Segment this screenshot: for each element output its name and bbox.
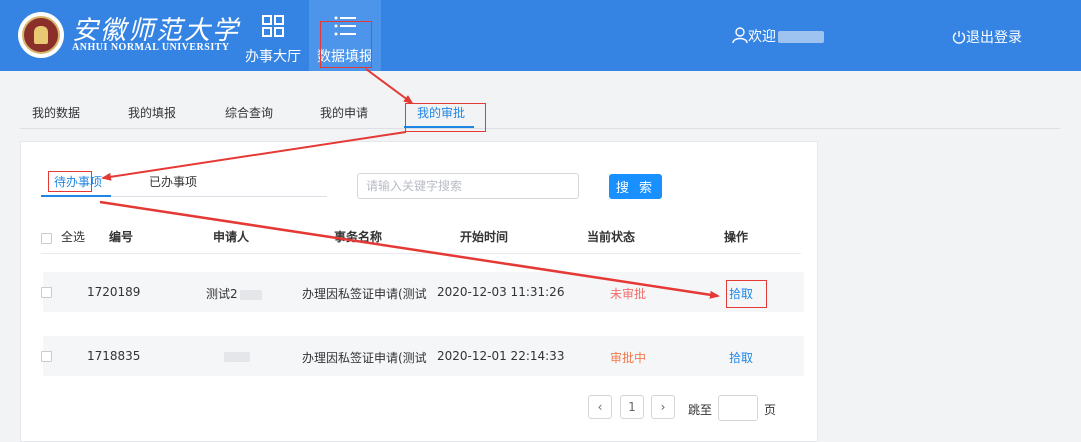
col-select-all: 全选 — [61, 230, 86, 244]
university-logo — [18, 12, 64, 58]
select-all-checkbox[interactable] — [41, 233, 52, 244]
annotation-box-nav — [320, 21, 372, 68]
row-id: 1720189 — [87, 285, 141, 299]
username-redacted — [778, 31, 824, 43]
tab-my-reports[interactable]: 我的填报 — [128, 104, 176, 121]
annotation-box-pickup — [726, 280, 767, 308]
welcome-user[interactable]: 欢迎 — [732, 26, 824, 46]
annotation-box-pending — [48, 171, 92, 192]
power-icon — [952, 31, 966, 44]
nav-service-hall[interactable]: 办事大厅 — [240, 0, 306, 71]
col-id: 编号 — [109, 230, 134, 244]
pager-page-suffix: 页 — [764, 403, 777, 417]
tab-my-applications[interactable]: 我的申请 — [320, 104, 368, 121]
tab-query[interactable]: 综合查询 — [225, 104, 273, 121]
row-status: 审批中 — [610, 351, 647, 365]
pager-page-1[interactable]: 1 — [620, 395, 644, 419]
row-applicant: 测试2 — [206, 287, 238, 301]
sub-tab-bar: 我的数据 我的填报 综合查询 我的申请 我的审批 — [20, 96, 1060, 129]
top-header: 安徽师范大学 ANHUI NORMAL UNIVERSITY 办事大厅 数据填报… — [0, 0, 1081, 71]
row-status: 未审批 — [610, 287, 647, 301]
table-row: 1718835 办理因私签证申请(测试 2020-12-01 22:14:33 … — [41, 336, 804, 376]
row-start-time: 2020-12-03 11:31:26 — [437, 285, 565, 299]
tab-done[interactable]: 已办事项 — [149, 173, 197, 190]
nav-service-hall-label: 办事大厅 — [245, 49, 301, 65]
row-item-name: 办理因私签证申请(测试 — [302, 287, 427, 301]
col-item-name: 事务名称 — [334, 230, 383, 244]
pager-next-button[interactable]: › — [651, 395, 675, 419]
pager-jump-label: 跳至 — [688, 403, 713, 417]
search-button[interactable]: 搜 索 — [609, 174, 662, 199]
search-input[interactable] — [357, 173, 579, 199]
col-applicant: 申请人 — [213, 230, 250, 244]
logout-button[interactable]: 退出登录 — [952, 27, 1022, 47]
tab-my-data[interactable]: 我的数据 — [32, 104, 80, 121]
col-action: 操作 — [724, 230, 749, 244]
logout-label: 退出登录 — [966, 30, 1022, 46]
table-header: 全选 编号 申请人 事务名称 开始时间 当前状态 操作 — [41, 218, 801, 254]
row-checkbox[interactable] — [41, 287, 52, 298]
brand-english-name: ANHUI NORMAL UNIVERSITY — [72, 42, 230, 53]
annotation-box-approvals — [405, 103, 486, 132]
pager-jump-input[interactable] — [718, 395, 758, 421]
applicant-redacted — [224, 351, 250, 362]
col-start-time: 开始时间 — [460, 230, 509, 244]
welcome-text: 欢迎 — [748, 29, 776, 45]
row-pickup-link[interactable]: 拾取 — [729, 349, 753, 366]
row-start-time: 2020-12-01 22:14:33 — [437, 349, 565, 363]
grid-icon — [262, 15, 284, 37]
pager-prev-button[interactable]: ‹ — [588, 395, 612, 419]
user-icon — [732, 27, 748, 44]
pending-tab-underline — [41, 195, 111, 197]
col-status: 当前状态 — [587, 230, 636, 244]
table-row: 1720189 测试2 办理因私签证申请(测试 2020-12-03 11:31… — [41, 272, 804, 312]
approvals-card: 待办事项 已办事项 搜 索 全选 编号 申请人 事务名称 开始时间 当前状态 操… — [20, 141, 818, 442]
row-checkbox[interactable] — [41, 351, 52, 362]
row-id: 1718835 — [87, 349, 141, 363]
row-item-name: 办理因私签证申请(测试 — [302, 351, 427, 365]
applicant-redacted — [239, 289, 262, 300]
